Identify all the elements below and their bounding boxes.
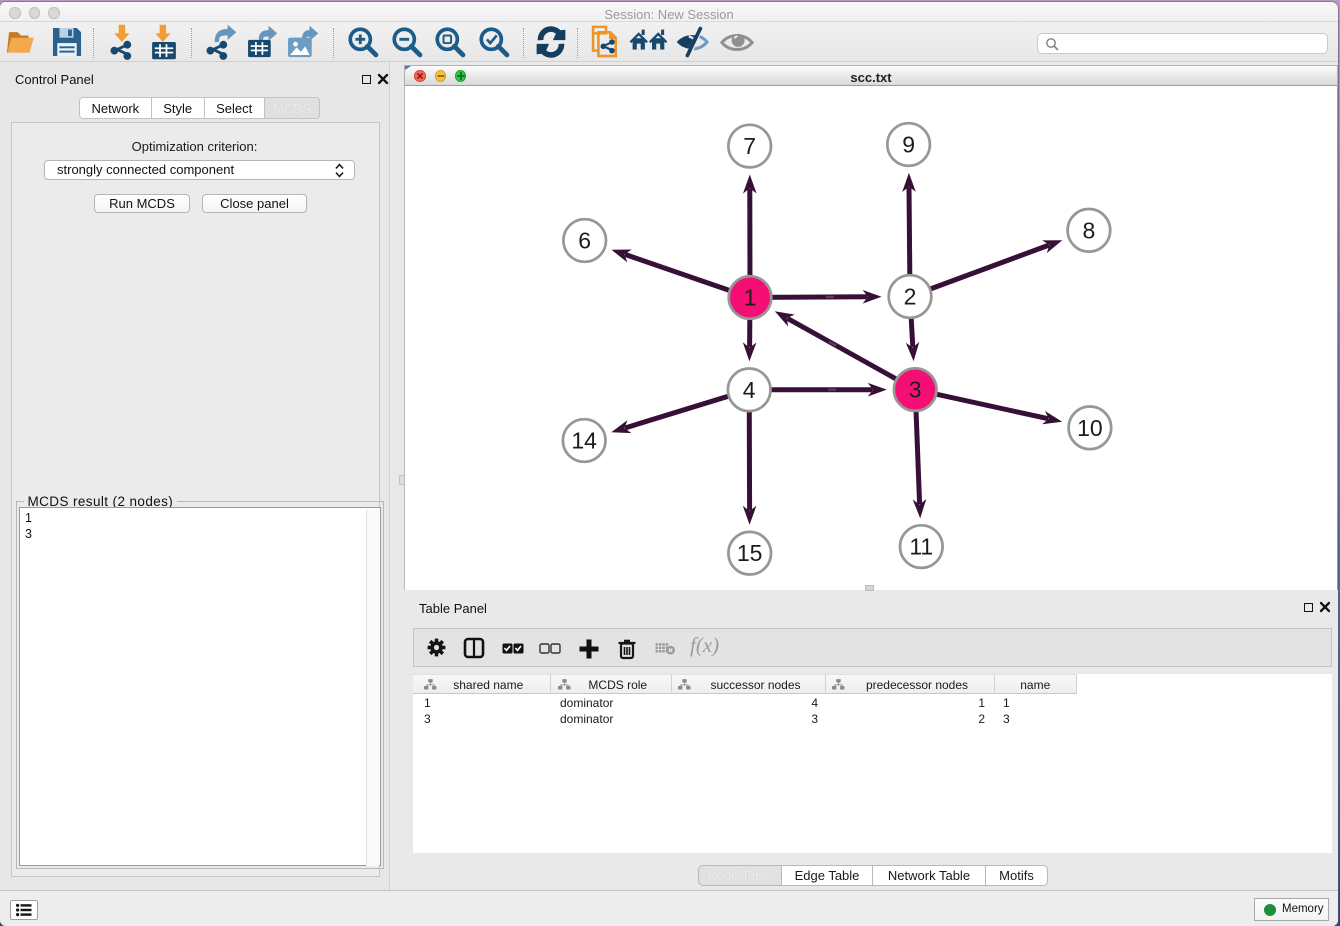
svg-text:2: 2 xyxy=(904,284,917,310)
svg-text:6: 6 xyxy=(578,228,591,254)
svg-text:8: 8 xyxy=(1083,217,1096,243)
svg-text:9: 9 xyxy=(902,132,915,158)
svg-text:4: 4 xyxy=(743,377,756,403)
svg-text:15: 15 xyxy=(737,540,763,566)
svg-text:14: 14 xyxy=(571,428,597,454)
svg-text:7: 7 xyxy=(743,133,756,159)
svg-text:11: 11 xyxy=(909,534,933,560)
svg-text:10: 10 xyxy=(1077,415,1103,441)
svg-text:1: 1 xyxy=(744,285,757,311)
svg-text:3: 3 xyxy=(909,377,922,403)
